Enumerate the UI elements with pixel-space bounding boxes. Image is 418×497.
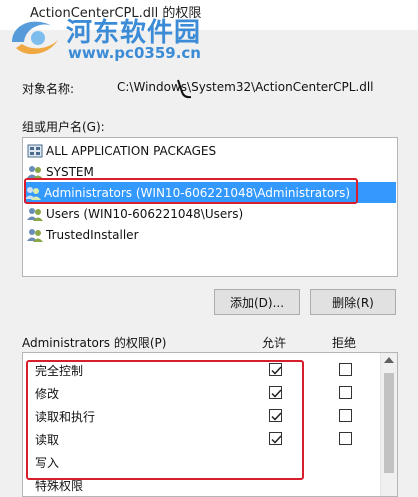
groups-label: 组或用户名(G):	[22, 120, 105, 134]
allow-checkbox[interactable]	[269, 363, 282, 376]
watermark-logo-icon	[12, 21, 58, 55]
list-item-label: Administrators (WIN10-606221048\Administ…	[44, 185, 351, 200]
list-item-label: SYSTEM	[46, 164, 94, 179]
deny-checkbox[interactable]	[339, 432, 352, 445]
permission-row-write: 写入	[23, 451, 378, 474]
list-item-label: Users (WIN10-606221048\Users)	[46, 206, 244, 221]
checkmark-icon	[271, 412, 282, 421]
permission-name: 读取和执行	[35, 410, 96, 424]
list-item-system[interactable]: SYSTEM	[26, 161, 394, 182]
users-icon	[27, 228, 43, 242]
list-item-administrators[interactable]: Administrators (WIN10-606221048\Administ…	[24, 182, 396, 203]
permission-name: 读取	[35, 433, 60, 447]
permission-row-read: 读取	[23, 428, 378, 451]
permission-row-full-control: 完全控制	[23, 359, 378, 382]
permission-name: 写入	[35, 456, 60, 470]
object-name-label: 对象名称:	[22, 82, 75, 96]
deny-checkbox[interactable]	[339, 409, 352, 422]
permission-row-special: 特殊权限	[23, 474, 378, 496]
permission-row-read-execute: 读取和执行	[23, 405, 378, 428]
checkmark-icon	[271, 389, 282, 398]
allow-column-header: 允许	[262, 336, 287, 350]
permissions-list[interactable]: 完全控制 修改 读取和执行 读取 写入 特殊权限	[22, 352, 398, 497]
permission-name: 修改	[35, 387, 60, 401]
remove-button[interactable]: 删除(R)	[310, 289, 396, 315]
list-item-label: ALL APPLICATION PACKAGES	[46, 143, 217, 158]
checkmark-icon	[271, 435, 282, 444]
permission-row-modify: 修改	[23, 382, 378, 405]
deny-checkbox[interactable]	[339, 386, 352, 399]
packages-icon	[27, 144, 43, 157]
list-item-label: TrustedInstaller	[46, 227, 139, 242]
list-item-users[interactable]: Users (WIN10-606221048\Users)	[26, 203, 394, 224]
permissions-scrollbar[interactable]	[380, 353, 397, 496]
add-button[interactable]: 添加(D)...	[214, 289, 300, 315]
permission-name: 完全控制	[35, 364, 84, 378]
permission-name: 特殊权限	[35, 479, 84, 493]
users-list[interactable]: ALL APPLICATION PACKAGES SYSTEM Administ…	[22, 137, 398, 277]
checkmark-icon	[271, 366, 282, 375]
permissions-header: Administrators 的权限(P)	[22, 336, 167, 350]
users-icon	[27, 207, 43, 221]
deny-checkbox[interactable]	[339, 363, 352, 376]
list-item-trustedinstaller[interactable]: TrustedInstaller	[26, 224, 394, 245]
cursor-mark-icon	[177, 79, 192, 99]
scroll-up-icon[interactable]	[384, 357, 394, 363]
allow-checkbox[interactable]	[269, 409, 282, 422]
deny-column-header: 拒绝	[332, 336, 357, 350]
watermark-url: www.pc0359.cn	[68, 44, 201, 62]
list-item-all-application-packages[interactable]: ALL APPLICATION PACKAGES	[26, 140, 394, 161]
object-name-value: C:\Windows\System32\ActionCenterCPL.dll	[117, 80, 374, 94]
allow-checkbox[interactable]	[269, 386, 282, 399]
users-icon	[27, 165, 43, 179]
users-icon	[25, 186, 41, 200]
allow-checkbox[interactable]	[269, 432, 282, 445]
scroll-thumb[interactable]	[384, 373, 394, 473]
